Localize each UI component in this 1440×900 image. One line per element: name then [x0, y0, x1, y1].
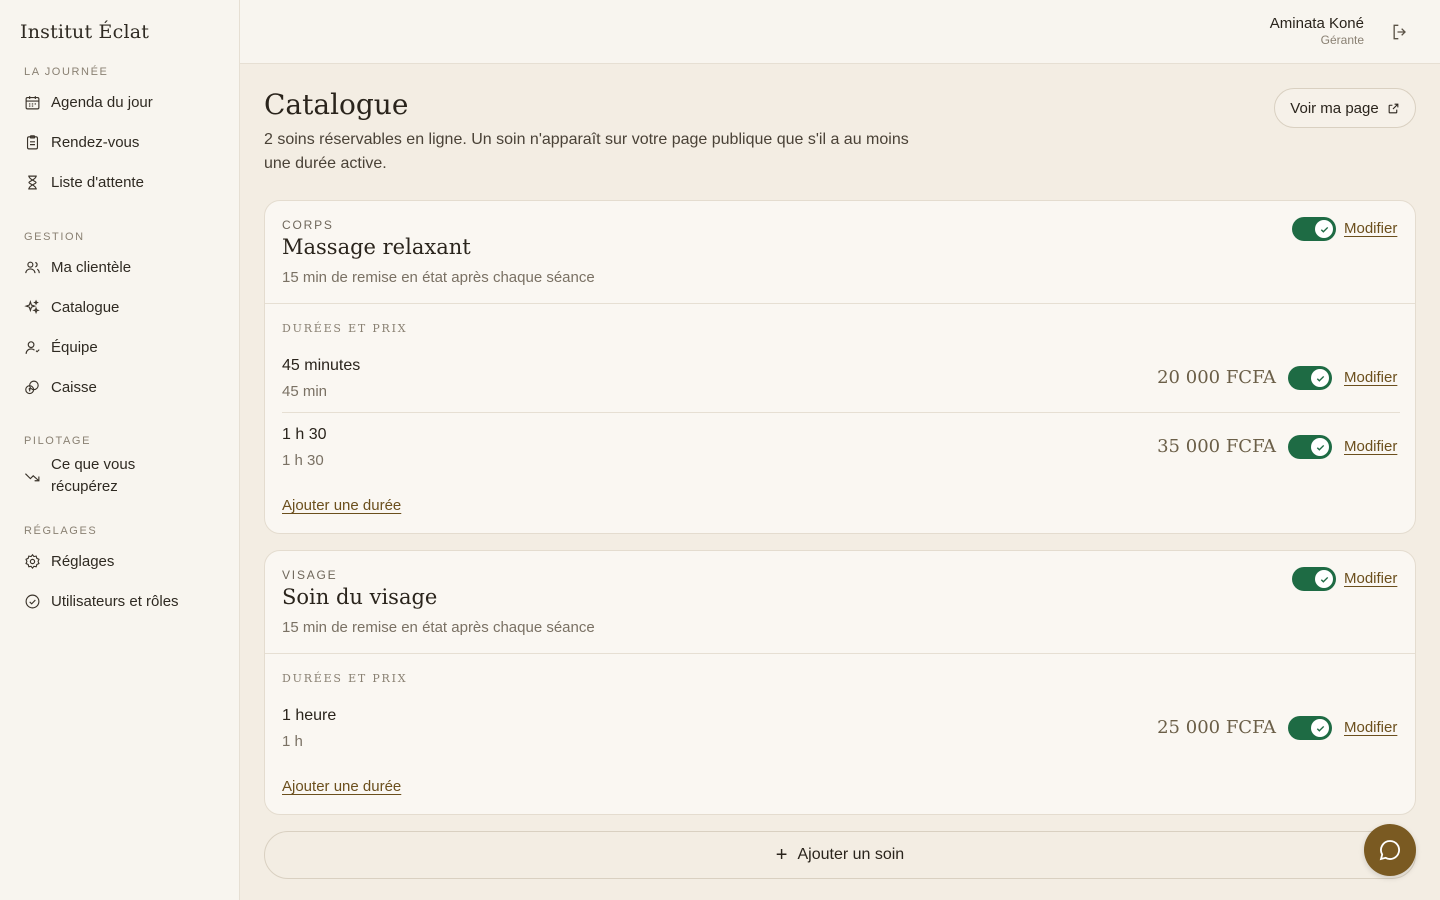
duration-name: 1 h 30 [282, 426, 327, 443]
duration-name: 45 minutes [282, 357, 361, 374]
durations-heading: DURÉES ET PRIX [282, 322, 408, 335]
duration-active-toggle[interactable] [1288, 716, 1332, 740]
gear-icon [24, 553, 41, 570]
top-bar: Aminata Koné Gérante [240, 0, 1440, 64]
duration-active-toggle[interactable] [1288, 366, 1332, 390]
page-description: 2 soins réservables en ligne. Un soin n'… [264, 131, 909, 172]
duration-length: 45 min [282, 383, 328, 400]
row-separator [282, 412, 1400, 413]
check-icon [1315, 220, 1333, 238]
sidebar: Institut Éclat LA JOURNÉE Agenda du jour… [0, 0, 240, 900]
page-title: Catalogue [264, 88, 409, 121]
add-soin-button[interactable]: + Ajouter un soin [264, 831, 1416, 879]
soin-title: Massage relaxant [282, 235, 471, 259]
check-circle-icon [24, 593, 41, 610]
duration-price: 35 000 FCFA [1157, 436, 1276, 457]
sidebar-item-label: Agenda du jour [51, 94, 153, 111]
edit-duration-link[interactable]: Modifier [1344, 438, 1397, 455]
sidebar-item-label: Rendez-vous [51, 134, 140, 151]
check-icon [1311, 719, 1329, 737]
sidebar-item-reglages[interactable]: Réglages [24, 553, 224, 570]
soin-category: VISAGE [282, 568, 338, 582]
calendar-icon [24, 94, 41, 111]
check-icon [1311, 369, 1329, 387]
nav-section-pilotage: PILOTAGE [24, 435, 91, 447]
add-duration-link[interactable]: Ajouter une durée [282, 497, 401, 514]
add-soin-label: Ajouter un soin [797, 846, 905, 863]
view-page-button[interactable]: Voir ma page [1274, 88, 1416, 128]
card-divider [265, 303, 1415, 304]
user-role: Gérante [1320, 33, 1364, 47]
soin-active-toggle[interactable] [1292, 217, 1336, 241]
sidebar-item-rendez-vous[interactable]: Rendez-vous [24, 134, 224, 151]
soin-card-massage: CORPS Massage relaxant 15 min de remise … [264, 200, 1416, 534]
edit-soin-link[interactable]: Modifier [1344, 220, 1397, 237]
sidebar-item-agenda[interactable]: Agenda du jour [24, 94, 224, 111]
card-divider [265, 653, 1415, 654]
check-icon [1311, 438, 1329, 456]
sidebar-item-label: Catalogue [51, 299, 120, 316]
sidebar-item-label: Ma clientèle [51, 259, 132, 276]
soin-active-toggle[interactable] [1292, 567, 1336, 591]
sidebar-item-label: Liste d'attente [51, 174, 144, 191]
duration-length: 1 h 30 [282, 452, 324, 469]
sidebar-item-clientele[interactable]: Ma clientèle [24, 259, 224, 276]
sidebar-item-caisse[interactable]: Caisse [24, 379, 224, 396]
sidebar-item-label: Utilisateurs et rôles [51, 593, 179, 610]
soin-category: CORPS [282, 218, 334, 232]
logout-icon[interactable] [1390, 22, 1410, 42]
nav-section-reglages: RÉGLAGES [24, 525, 98, 537]
check-icon [1315, 570, 1333, 588]
sidebar-item-catalogue[interactable]: Catalogue [24, 299, 224, 316]
team-icon [24, 339, 41, 356]
edit-duration-link[interactable]: Modifier [1344, 719, 1397, 736]
external-link-icon [1388, 103, 1399, 113]
sidebar-item-label: Caisse [51, 379, 97, 396]
duration-length: 1 h [282, 733, 303, 750]
durations-heading: DURÉES ET PRIX [282, 672, 408, 685]
clipboard-icon [24, 134, 41, 151]
duration-name: 1 heure [282, 707, 337, 724]
soin-note: 15 min de remise en état après chaque sé… [282, 269, 595, 286]
duration-price: 20 000 FCFA [1157, 367, 1276, 388]
user-name: Aminata Koné [1269, 15, 1364, 32]
edit-duration-link[interactable]: Modifier [1344, 369, 1397, 386]
sparkles-icon [24, 299, 41, 316]
sidebar-item-utilisateurs[interactable]: Utilisateurs et rôles [24, 593, 224, 610]
trending-down-icon [24, 468, 41, 485]
sidebar-item-label: Ce que vous récupérez [51, 456, 136, 495]
nav-section-gestion: GESTION [24, 231, 85, 243]
sidebar-item-equipe[interactable]: Équipe [24, 339, 224, 356]
sidebar-item-label: Réglages [51, 553, 115, 570]
duration-price: 25 000 FCFA [1157, 717, 1276, 738]
chat-button[interactable] [1364, 824, 1416, 876]
coins-icon [24, 379, 41, 396]
edit-soin-link[interactable]: Modifier [1344, 570, 1397, 587]
duration-active-toggle[interactable] [1288, 435, 1332, 459]
plus-icon: + [775, 844, 788, 866]
hourglass-icon [24, 174, 41, 191]
add-duration-link[interactable]: Ajouter une durée [282, 778, 401, 795]
soin-note: 15 min de remise en état après chaque sé… [282, 619, 595, 636]
soin-card-visage: VISAGE Soin du visage 15 min de remise e… [264, 550, 1416, 815]
soin-title: Soin du visage [282, 585, 438, 609]
sidebar-item-label: Équipe [51, 339, 98, 356]
chat-bubble-icon [1379, 840, 1400, 861]
brand-logo[interactable]: Institut Éclat [20, 21, 149, 43]
view-page-label: Voir ma page [1290, 99, 1379, 117]
users-icon [24, 259, 41, 276]
sidebar-item-recuperez[interactable]: Ce que vous récupérez [24, 454, 224, 498]
nav-section-la-journee: LA JOURNÉE [24, 66, 109, 78]
sidebar-item-liste-attente[interactable]: Liste d'attente [24, 174, 224, 191]
